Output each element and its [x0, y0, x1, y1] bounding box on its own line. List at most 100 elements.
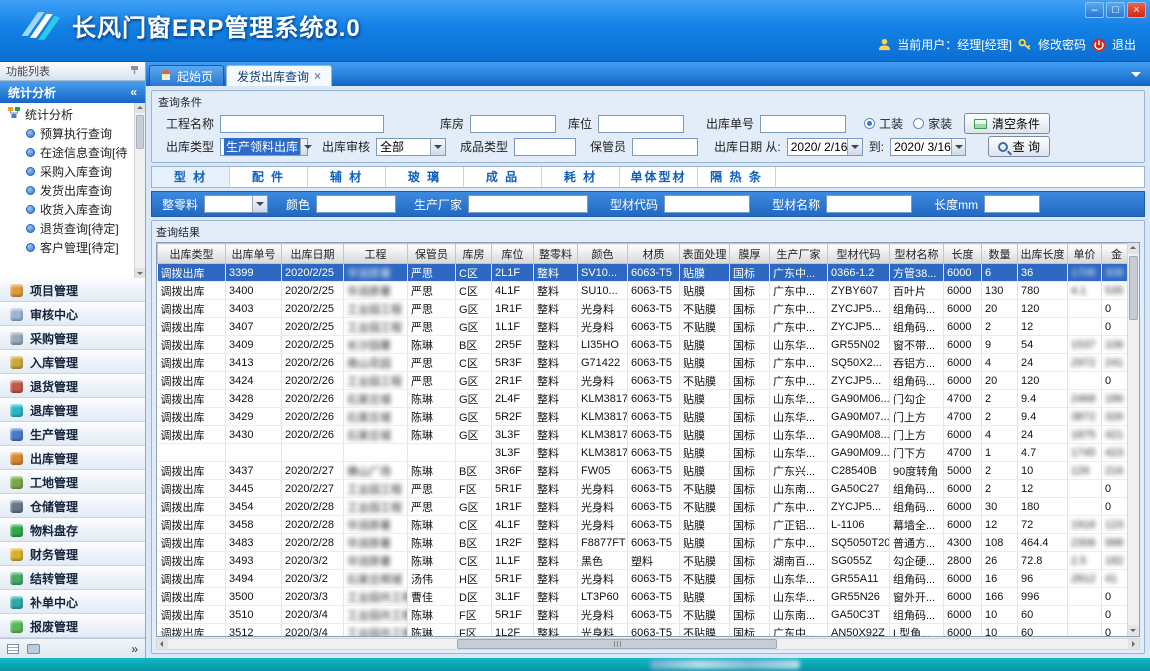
- material-tab[interactable]: 成 品: [464, 167, 542, 187]
- table-row[interactable]: 调拨出库34942020/3/2石家庄辉城汤伟H区5R1F整料光身料6063-T…: [158, 570, 1128, 588]
- minimize-button[interactable]: –: [1085, 2, 1104, 18]
- material-tab[interactable]: 玻 璃: [386, 167, 464, 187]
- change-password-link[interactable]: 修改密码: [1038, 36, 1086, 53]
- date-to-select[interactable]: 2020/ 3/16: [890, 138, 966, 156]
- table-row[interactable]: 调拨出库34582020/2/28华润原著陈琳C区4L1F整料光身料6063-T…: [158, 516, 1128, 534]
- color-input[interactable]: [316, 195, 396, 213]
- table-row[interactable]: 调拨出库34832020/2/28华润原著陈琳B区1R2F整料F8877FT60…: [158, 534, 1128, 552]
- sidebar-item-site[interactable]: 工地管理: [0, 470, 145, 494]
- whole-scrap-select[interactable]: 全部: [204, 195, 268, 213]
- close-button[interactable]: ×: [1127, 2, 1146, 18]
- radio-jiazhuang[interactable]: 家装: [913, 115, 952, 132]
- column-header[interactable]: 保管员: [408, 244, 456, 264]
- tree-item[interactable]: 发货出库查询: [0, 181, 145, 200]
- column-header[interactable]: 工程: [344, 244, 408, 264]
- clear-conditions-button[interactable]: 清空条件: [964, 113, 1050, 134]
- sidebar-item-inventory[interactable]: 物料盘存: [0, 518, 145, 542]
- sidebar-item-storage[interactable]: 仓储管理: [0, 494, 145, 518]
- sidebar-item-supplement[interactable]: 补单中心: [0, 590, 145, 614]
- sidebar-item-production[interactable]: 生产管理: [0, 422, 145, 446]
- sidebar-item-inbound[interactable]: 入库管理: [0, 350, 145, 374]
- sidebar-item-purchase[interactable]: 采购管理: [0, 326, 145, 350]
- column-header[interactable]: 材质: [628, 244, 680, 264]
- material-tab[interactable]: 型 材: [152, 167, 230, 187]
- sidebar-item-audit[interactable]: 审核中心: [0, 302, 145, 326]
- table-row[interactable]: 调拨出库33992020/2/25华润原著严思C区2L1F整料SV10...60…: [158, 264, 1128, 282]
- column-header[interactable]: 颜色: [578, 244, 628, 264]
- tree-root[interactable]: 统计分析: [0, 105, 145, 124]
- project-name-input[interactable]: [220, 115, 384, 133]
- location-input[interactable]: [598, 115, 684, 133]
- column-header[interactable]: 数量: [982, 244, 1018, 264]
- tree-item[interactable]: 收货入库查询: [0, 200, 145, 219]
- table-row[interactable]: 调拨出库35002020/3/3工业园共工程曹佳D区3L1F整料LT3P6060…: [158, 588, 1128, 606]
- scroll-down-icon[interactable]: [1128, 625, 1139, 636]
- material-tab[interactable]: 配 件: [230, 167, 308, 187]
- column-header[interactable]: 型材代码: [828, 244, 890, 264]
- maximize-button[interactable]: □: [1106, 2, 1125, 18]
- query-button[interactable]: 查 询: [988, 136, 1050, 157]
- table-row[interactable]: 调拨出库35122020/3/4工业园共工程陈琳F区1L2F整料光身料6063-…: [158, 624, 1128, 637]
- tab-shipping-outbound-query[interactable]: 发货出库查询 ×: [226, 65, 332, 86]
- scroll-right-icon[interactable]: [1128, 639, 1139, 649]
- material-tab[interactable]: 耗 材: [542, 167, 620, 187]
- column-header[interactable]: 长度: [944, 244, 982, 264]
- scroll-up-icon[interactable]: [1128, 243, 1139, 254]
- table-row[interactable]: 调拨出库34372020/2/27佛山广场陈琳B区3R6F整料FW056063-…: [158, 462, 1128, 480]
- column-header[interactable]: 表面处理: [680, 244, 730, 264]
- tree-item[interactable]: 采购入库查询: [0, 162, 145, 181]
- table-row[interactable]: 调拨出库34542020/2/28工业园工程严思G区1R1F整料光身料6063-…: [158, 498, 1128, 516]
- sidebar-item-scrap[interactable]: 报废管理: [0, 614, 145, 638]
- table-row[interactable]: 调拨出库34302020/2/26石家庄城陈琳G区3L3F整料KLM381760…: [158, 426, 1128, 444]
- tree-item[interactable]: 客户管理[待定]: [0, 238, 145, 257]
- table-row[interactable]: 调拨出库34452020/2/27工业园工程严思F区5R1F整料光身料6063-…: [158, 480, 1128, 498]
- table-row[interactable]: 调拨出库35102020/3/4工业园共工程陈琳F区5R1F整料光身料6063-…: [158, 606, 1128, 624]
- column-header[interactable]: 膜厚: [730, 244, 770, 264]
- tree-scrollbar[interactable]: [134, 103, 145, 278]
- outbound-type-select[interactable]: 生产领料出库: [220, 138, 308, 156]
- list-icon[interactable]: [7, 644, 19, 654]
- column-header[interactable]: 生产厂家: [770, 244, 828, 264]
- chevron-double-icon[interactable]: »: [131, 642, 138, 656]
- collapse-icon[interactable]: «: [130, 85, 137, 99]
- logout-link[interactable]: 退出: [1112, 36, 1136, 53]
- column-header[interactable]: 单价: [1068, 244, 1102, 264]
- column-header[interactable]: 型材名称: [890, 244, 944, 264]
- scrollbar-thumb[interactable]: [136, 115, 144, 149]
- tree-item[interactable]: 在途信息查询[待: [0, 143, 145, 162]
- scroll-left-icon[interactable]: [157, 639, 168, 649]
- scrollbar-thumb[interactable]: [1129, 256, 1138, 320]
- profile-name-input[interactable]: [826, 195, 912, 213]
- table-row[interactable]: 调拨出库34242020/2/26工业园工程严思G区2R1F整料光身料6063-…: [158, 372, 1128, 390]
- column-header[interactable]: 整零料: [534, 244, 578, 264]
- sidebar-item-finance[interactable]: 财务管理: [0, 542, 145, 566]
- warehouse-input[interactable]: [470, 115, 556, 133]
- table-row[interactable]: 调拨出库34292020/2/26石家庄城陈琳G区5R2F整料KLM381760…: [158, 408, 1128, 426]
- product-type-input[interactable]: [514, 138, 576, 156]
- date-from-select[interactable]: 2020/ 2/16: [787, 138, 863, 156]
- column-header[interactable]: 出库长度: [1018, 244, 1068, 264]
- order-no-input[interactable]: [760, 115, 846, 133]
- table-row[interactable]: 调拨出库34032020/2/25工业园工程严思G区1R1F整料光身料6063-…: [158, 300, 1128, 318]
- sidebar-item-carryover[interactable]: 结转管理: [0, 566, 145, 590]
- material-tab[interactable]: 单体型材: [620, 167, 698, 187]
- sidebar-item-outbound[interactable]: 出库管理: [0, 446, 145, 470]
- table-row[interactable]: 调拨出库34932020/3/2华润原著陈琳C区1L1F整料黑色塑料不贴膜国标湖…: [158, 552, 1128, 570]
- length-input[interactable]: [984, 195, 1040, 213]
- sidebar-item-return-store[interactable]: 退库管理: [0, 398, 145, 422]
- sidebar-item-return-goods[interactable]: 退货管理: [0, 374, 145, 398]
- manufacturer-input[interactable]: [468, 195, 588, 213]
- table-vertical-scrollbar[interactable]: [1127, 243, 1139, 636]
- tree-item[interactable]: 预算执行查询: [0, 124, 145, 143]
- tree-item[interactable]: 退货查询[待定]: [0, 219, 145, 238]
- column-header[interactable]: 出库单号: [226, 244, 282, 264]
- table-row[interactable]: 3L3F整料KLM38176063-T5贴膜国标山东华...GA90M09...…: [158, 444, 1128, 462]
- table-horizontal-scrollbar[interactable]: [156, 638, 1140, 650]
- tab-list-dropdown-icon[interactable]: [1131, 72, 1141, 82]
- pin-icon[interactable]: [130, 65, 139, 78]
- scroll-up-icon[interactable]: [135, 103, 145, 113]
- table-row[interactable]: 调拨出库34132020/2/26南山花园严思C区5R3F整料G71422606…: [158, 354, 1128, 372]
- tab-close-icon[interactable]: ×: [314, 69, 321, 83]
- scroll-down-icon[interactable]: [135, 268, 145, 278]
- profile-code-input[interactable]: [664, 195, 750, 213]
